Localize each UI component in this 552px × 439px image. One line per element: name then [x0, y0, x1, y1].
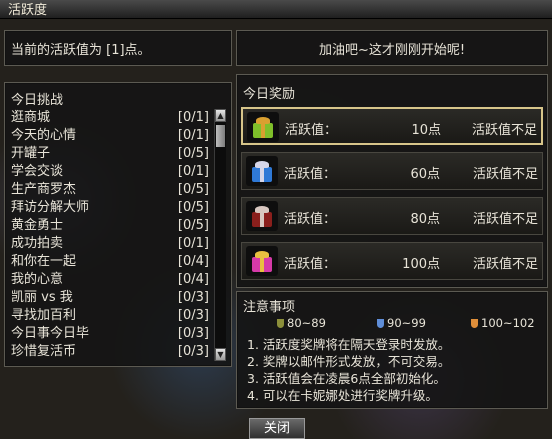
challenge-name: 和你在一起: [11, 254, 77, 269]
close-button[interactable]: 关闭: [249, 418, 305, 439]
challenge-name: 黄金勇士: [11, 218, 64, 233]
challenge-row[interactable]: 开罐子 [0/5]: [11, 145, 209, 162]
reward-item[interactable]: 活跃值： 80点 活跃值不足: [241, 197, 543, 235]
challenge-name: 今天的心情: [11, 128, 77, 143]
challenge-name: 生产商罗杰: [11, 182, 77, 197]
challenge-progress: [0/4]: [177, 272, 209, 287]
challenge-row[interactable]: 拜访分解大师 [0/5]: [11, 199, 209, 216]
challenge-progress: [0/3]: [177, 344, 209, 359]
medal-tier: 100~102: [471, 316, 535, 330]
challenge-progress: [0/1]: [177, 110, 209, 125]
reward-panel: 今日奖励 活跃值： 10点 活跃值不足 活跃值： 60点 活跃值不足 活跃值： 80点 活跃值不…: [236, 74, 548, 288]
notice-line: 4. 可以在卡妮娜处进行奖牌升级。: [247, 388, 438, 403]
challenge-row[interactable]: 我的心意 [0/4]: [11, 271, 209, 288]
challenge-name: 学会交谈: [11, 164, 64, 179]
challenge-row[interactable]: 黄金勇士 [0/5]: [11, 217, 209, 234]
challenge-row[interactable]: 今日事今日毕 [0/3]: [11, 325, 209, 342]
reward-item[interactable]: 活跃值： 60点 活跃值不足: [241, 152, 543, 190]
reward-points: 10点: [411, 123, 441, 138]
reward-points: 80点: [410, 212, 440, 227]
encouragement-panel: 加油吧~这才刚刚开始呢!: [236, 30, 548, 66]
bronze-medal-icon: [277, 319, 284, 328]
medal-tier: 90~99: [377, 316, 426, 330]
challenge-progress: [0/5]: [177, 218, 209, 233]
reward-label: 活跃值：: [284, 257, 337, 272]
gift-green-icon: [247, 112, 279, 142]
reward-header: 今日奖励: [243, 87, 296, 102]
reward-points: 100点: [402, 257, 440, 272]
reward-status: 活跃值不足: [472, 167, 538, 182]
challenge-progress: [0/5]: [177, 200, 209, 215]
challenge-name: 寻找加百利: [11, 308, 77, 323]
challenge-name: 珍惜复活币: [11, 344, 77, 359]
silver-medal-icon: [377, 319, 384, 328]
gift-pink-icon: [246, 246, 278, 276]
challenge-row[interactable]: 今天的心情 [0/1]: [11, 127, 209, 144]
challenge-row[interactable]: 生产商罗杰 [0/5]: [11, 181, 209, 198]
current-activity-panel: 当前的活跃值为 [1]点。: [4, 30, 232, 66]
reward-status: 活跃值不足: [471, 123, 537, 138]
challenge-name: 拜访分解大师: [11, 200, 90, 215]
challenge-name: 今日事今日毕: [11, 326, 90, 341]
notice-header: 注意事项: [243, 300, 296, 315]
challenge-row[interactable]: 凯丽 vs 我 [0/3]: [11, 289, 209, 306]
challenge-progress: [0/5]: [177, 182, 209, 197]
scroll-down-icon[interactable]: ▼: [215, 348, 226, 361]
challenge-name: 逛商城: [11, 110, 51, 125]
challenge-progress: [0/1]: [177, 128, 209, 143]
reward-status: 活跃值不足: [472, 212, 538, 227]
challenge-name: 我的心意: [11, 272, 64, 287]
challenge-name: 成功拍卖: [11, 236, 64, 251]
scroll-thumb[interactable]: [216, 125, 225, 147]
challenge-name: 开罐子: [11, 146, 51, 161]
reward-points: 60点: [410, 167, 440, 182]
reward-status: 活跃值不足: [472, 257, 538, 272]
challenge-progress: [0/5]: [177, 146, 209, 161]
medal-range: 80~89: [287, 316, 326, 330]
encouragement-text: 加油吧~这才刚刚开始呢!: [318, 43, 466, 58]
challenge-row[interactable]: 逛商城 [0/1]: [11, 109, 209, 126]
challenge-progress: [0/3]: [177, 290, 209, 305]
current-activity-text: 当前的活跃值为 [1]点。: [11, 43, 151, 58]
reward-label: 活跃值：: [284, 167, 337, 182]
challenge-row[interactable]: 成功拍卖 [0/1]: [11, 235, 209, 252]
challenge-row[interactable]: 寻找加百利 [0/3]: [11, 307, 209, 324]
reward-label: 活跃值：: [285, 123, 338, 138]
gift-red-icon: [246, 201, 278, 231]
gold-medal-icon: [471, 319, 478, 328]
challenge-name: 凯丽 vs 我: [11, 290, 73, 305]
notice-panel: 注意事项 80~89 90~99 100~102 1. 活跃度奖牌将在隔天登录时发放…: [236, 291, 548, 409]
challenge-scrollbar[interactable]: ▲ ▼: [214, 109, 226, 361]
challenge-progress: [0/1]: [177, 236, 209, 251]
challenge-progress: [0/1]: [177, 164, 209, 179]
window-title: 活跃度: [8, 3, 48, 18]
challenge-progress: [0/4]: [177, 254, 209, 269]
challenge-progress: [0/3]: [177, 308, 209, 323]
window-titlebar[interactable]: 活跃度: [0, 0, 552, 19]
challenge-progress: [0/3]: [177, 326, 209, 341]
challenge-header: 今日挑战: [11, 93, 64, 108]
scroll-up-icon[interactable]: ▲: [215, 109, 226, 122]
challenge-panel: 今日挑战 逛商城 [0/1] 今天的心情 [0/1] 开罐子 [0/5] 学会交谈 [0/1]…: [4, 82, 232, 367]
reward-label: 活跃值：: [284, 212, 337, 227]
reward-item[interactable]: 活跃值： 100点 活跃值不足: [241, 242, 543, 280]
gift-blue-icon: [246, 156, 278, 186]
medal-range: 100~102: [481, 316, 535, 330]
medal-range: 90~99: [387, 316, 426, 330]
reward-item[interactable]: 活跃值： 10点 活跃值不足: [241, 107, 543, 145]
challenge-row[interactable]: 和你在一起 [0/4]: [11, 253, 209, 270]
challenge-row[interactable]: 珍惜复活币 [0/3]: [11, 343, 209, 360]
challenge-row[interactable]: 学会交谈 [0/1]: [11, 163, 209, 180]
medal-tier: 80~89: [277, 316, 326, 330]
